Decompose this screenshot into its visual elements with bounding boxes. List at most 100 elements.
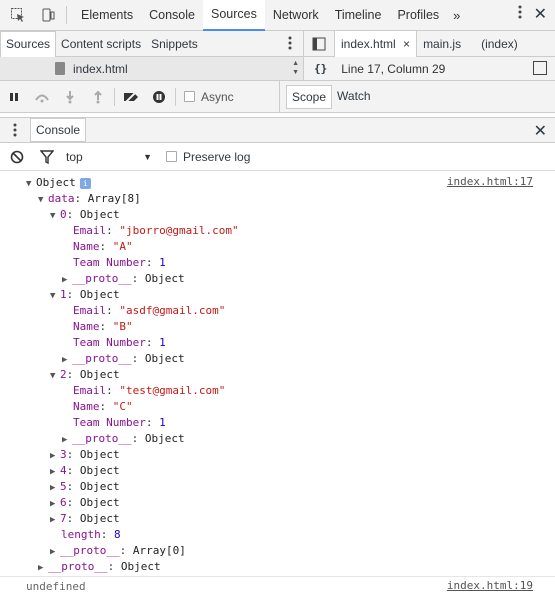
pause-icon[interactable] (0, 87, 28, 107)
tree-node-item[interactable]: ▶ 6: Object (50, 495, 120, 511)
expand-triangle-icon[interactable]: ▶ (50, 496, 60, 512)
scroll-arrows-icon[interactable]: ▲ ▼ (292, 59, 299, 77)
tree-node-item[interactable]: ▶ 3: Object (50, 447, 120, 463)
context-selector[interactable]: top ▼ (66, 150, 152, 164)
tree-node-proto[interactable]: ▶ __proto__: Object (62, 271, 185, 287)
editor-tab-main-js[interactable]: main.js (417, 31, 467, 57)
log-undefined: undefined (26, 580, 86, 593)
log-object-root[interactable]: ▼ Object i (26, 175, 91, 191)
tab-network[interactable]: Network (265, 0, 327, 31)
sources-header: Sources Content scripts Snippets index.h… (0, 30, 555, 57)
inspect-element-icon[interactable] (6, 3, 30, 27)
expand-triangle-icon[interactable]: ▶ (38, 560, 48, 576)
async-toggle[interactable]: Async (184, 90, 234, 104)
property-key: Email (73, 304, 107, 317)
expand-triangle-icon[interactable]: ▶ (62, 272, 72, 288)
tree-node-proto[interactable]: ▶ __proto__: Object (62, 351, 185, 367)
deactivate-breakpoints-icon[interactable] (117, 87, 145, 107)
tab-profiles[interactable]: Profiles (389, 0, 447, 31)
expand-triangle-icon[interactable]: ▶ (62, 432, 72, 448)
property-value: "asdf@gmail.com" (119, 304, 226, 317)
step-over-icon[interactable] (28, 87, 56, 107)
tree-node-item[interactable]: ▶ 5: Object (50, 479, 120, 495)
property-key: 2 (60, 368, 67, 381)
tab-sources-nav[interactable]: Sources (0, 30, 57, 57)
property-key: 4 (60, 464, 67, 477)
expand-triangle-icon[interactable]: ▼ (26, 176, 36, 192)
editor-tab-index[interactable]: (index) (475, 31, 524, 57)
tree-node-item[interactable]: ▶ 7: Object (50, 511, 120, 527)
step-into-icon[interactable] (56, 87, 84, 107)
tree-node-item[interactable]: ▼ 0: Object (50, 207, 120, 223)
tree-node-data[interactable]: ▼ data: Array[8] (38, 191, 141, 207)
device-mode-icon[interactable] (36, 3, 60, 27)
async-checkbox[interactable] (184, 91, 195, 102)
expand-triangle-icon[interactable]: ▼ (38, 192, 48, 208)
property-key: Team Number (73, 256, 146, 269)
source-link[interactable]: index.html:17 (447, 175, 533, 188)
tab-elements[interactable]: Elements (73, 0, 141, 31)
expand-triangle-icon[interactable]: ▼ (50, 208, 60, 224)
tree-node-proto[interactable]: ▶ __proto__: Array[0] (50, 543, 186, 559)
editor-tab-index-html[interactable]: index.html × (334, 30, 418, 57)
tree-node-proto[interactable]: ▶ __proto__: Object (62, 431, 185, 447)
expand-triangle-icon[interactable]: ▼ (50, 368, 60, 384)
expand-triangle-icon[interactable]: ▶ (50, 448, 60, 464)
expand-triangle-icon[interactable]: ▶ (50, 512, 60, 528)
filter-icon[interactable] (34, 149, 60, 164)
drawer-header: Console ✕ (0, 117, 555, 143)
tab-timeline[interactable]: Timeline (327, 0, 390, 31)
message-divider (0, 576, 555, 577)
preserve-log-checkbox[interactable] (166, 151, 177, 162)
property-value: Object (144, 432, 185, 445)
tree-node-item[interactable]: ▼ 1: Object (50, 287, 120, 303)
tree-node-item[interactable]: ▼ 2: Object (50, 367, 120, 383)
step-out-icon[interactable] (84, 87, 112, 107)
tab-sources[interactable]: Sources (202, 0, 265, 31)
tab-scope[interactable]: Scope (286, 84, 333, 109)
info-icon[interactable]: i (79, 177, 91, 189)
property-key: Name (73, 240, 100, 253)
pause-on-exceptions-icon[interactable] (145, 87, 173, 107)
object-label: Object (36, 176, 76, 189)
tree-node-proto[interactable]: ▶ __proto__: Object (38, 559, 161, 575)
file-tree-item[interactable]: index.html ▲ ▼ (0, 57, 304, 80)
navigator-menu-icon[interactable] (287, 35, 293, 54)
close-tab-icon[interactable]: × (403, 37, 410, 51)
property-value: Object (144, 352, 185, 365)
pretty-print-button[interactable]: {} (314, 62, 327, 75)
tab-console[interactable]: Console (141, 0, 203, 31)
toggle-debugger-pane-icon[interactable] (533, 61, 547, 75)
property-value: Object (79, 464, 120, 477)
source-link[interactable]: index.html:19 (447, 579, 533, 592)
toggle-navigator-icon[interactable] (304, 37, 334, 51)
tab-watch[interactable]: Watch (332, 85, 376, 109)
drawer-tab-console[interactable]: Console (30, 118, 87, 142)
tree-node-item[interactable]: ▶ 4: Object (50, 463, 120, 479)
property-row: Name: "C" (73, 400, 133, 413)
close-devtools-icon[interactable]: ✕ (534, 4, 547, 24)
preserve-log-toggle[interactable]: Preserve log (166, 150, 250, 164)
expand-triangle-icon[interactable]: ▶ (62, 352, 72, 368)
clear-console-icon[interactable] (4, 150, 30, 164)
editor-tabs: index.html × main.js (index) (304, 30, 555, 57)
property-value: "jborro@gmail.com" (119, 224, 239, 237)
console-toolbar: top ▼ Preserve log (0, 143, 555, 171)
tab-content-scripts[interactable]: Content scripts (56, 31, 146, 57)
tab-snippets[interactable]: Snippets (146, 31, 203, 57)
expand-triangle-icon[interactable]: ▶ (50, 480, 60, 496)
property-value: "test@gmail.com" (119, 384, 226, 397)
drawer-menu-icon[interactable] (0, 122, 30, 138)
sidebar-tabs: Scope Watch (280, 81, 555, 112)
close-drawer-icon[interactable]: ✕ (534, 121, 547, 141)
property-value: Object (144, 272, 185, 285)
toolbar-separator (175, 87, 176, 106)
expand-triangle-icon[interactable]: ▼ (50, 288, 60, 304)
more-tabs-button[interactable]: » (447, 0, 466, 31)
expand-triangle-icon[interactable]: ▶ (50, 464, 60, 480)
customize-menu-icon[interactable] (517, 4, 523, 23)
expand-triangle-icon[interactable]: ▶ (50, 544, 60, 560)
editor-tab-label: index.html (341, 36, 396, 51)
property-key: data (48, 192, 75, 205)
property-row: Email: "test@gmail.com" (73, 384, 226, 397)
